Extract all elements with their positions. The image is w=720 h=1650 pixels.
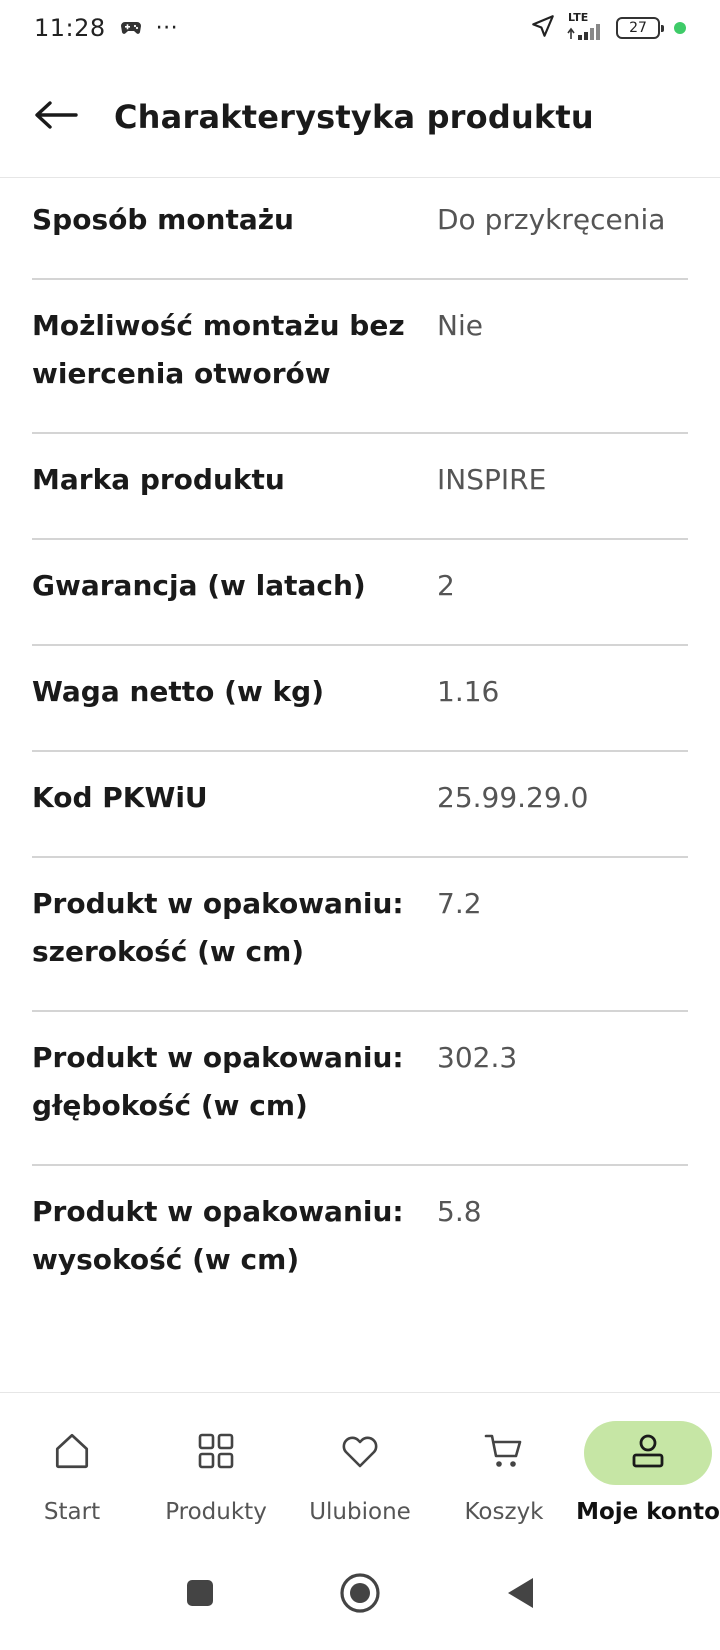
recents-button[interactable] bbox=[176, 1571, 224, 1619]
triangle-back-icon bbox=[505, 1576, 535, 1614]
nav-item-ulubione[interactable]: Ulubione bbox=[288, 1393, 432, 1540]
attribute-row: Waga netto (w kg) 1.16 bbox=[32, 646, 688, 752]
user-icon bbox=[628, 1431, 668, 1475]
status-right: LTE 27 bbox=[530, 12, 686, 44]
attribute-row: Produkt w opakowaniu: szerokość (w cm) 7… bbox=[32, 858, 688, 1012]
gamepad-icon bbox=[120, 20, 142, 36]
attribute-value: 7.2 bbox=[437, 887, 482, 920]
system-nav bbox=[0, 1540, 720, 1650]
network-type: LTE bbox=[568, 11, 589, 24]
attribute-list: Sposób montażu Do przykręcenia Możliwość… bbox=[0, 178, 720, 1318]
nav-item-koszyk[interactable]: Koszyk bbox=[432, 1393, 576, 1540]
attribute-label: Produkt w opakowaniu: wysokość (w cm) bbox=[32, 1195, 404, 1276]
battery-icon: 27 bbox=[616, 17, 664, 39]
app-header: Charakterystyka produktu bbox=[0, 56, 720, 178]
nav-item-start[interactable]: Start bbox=[0, 1393, 144, 1540]
home-icon bbox=[51, 1430, 93, 1476]
attribute-label: Możliwość montażu bez wiercenia otworów bbox=[32, 309, 405, 390]
back-nav-button[interactable] bbox=[496, 1571, 544, 1619]
nav-icon-wrap bbox=[440, 1421, 568, 1485]
circle-icon bbox=[339, 1572, 381, 1618]
home-button[interactable] bbox=[336, 1571, 384, 1619]
attribute-row: Gwarancja (w latach) 2 bbox=[32, 540, 688, 646]
nav-icon-wrap bbox=[584, 1421, 712, 1485]
attribute-row: Marka produktu INSPIRE bbox=[32, 434, 688, 540]
attribute-row: Możliwość montażu bez wiercenia otworów … bbox=[32, 280, 688, 434]
back-button[interactable] bbox=[34, 93, 82, 141]
nav-item-produkty[interactable]: Produkty bbox=[144, 1393, 288, 1540]
battery-level: 27 bbox=[629, 20, 647, 36]
status-more: ··· bbox=[155, 15, 179, 41]
square-icon bbox=[185, 1578, 215, 1612]
attribute-value: 5.8 bbox=[437, 1195, 482, 1228]
attribute-label: Waga netto (w kg) bbox=[32, 675, 325, 708]
attribute-row: Kod PKWiU 25.99.29.0 bbox=[32, 752, 688, 858]
bottom-nav: Start Produkty Ulubione Koszyk Moje kont… bbox=[0, 1392, 720, 1540]
status-time: 11:28 bbox=[34, 14, 106, 42]
status-left: 11:28 ··· bbox=[34, 14, 178, 42]
attribute-value: Nie bbox=[437, 309, 483, 342]
location-arrow-icon bbox=[530, 13, 556, 43]
grid-icon bbox=[196, 1431, 236, 1475]
nav-item-moje-konto[interactable]: Moje konto bbox=[576, 1393, 720, 1540]
attribute-value: 2 bbox=[437, 569, 455, 602]
heart-icon bbox=[340, 1432, 380, 1474]
nav-label: Moje konto bbox=[576, 1499, 720, 1525]
attribute-label: Produkt w opakowaniu: głębokość (w cm) bbox=[32, 1041, 404, 1122]
status-bar: 11:28 ··· LTE 27 bbox=[0, 0, 720, 56]
nav-label: Start bbox=[43, 1499, 101, 1525]
attribute-value: INSPIRE bbox=[437, 463, 547, 496]
page-title: Charakterystyka produktu bbox=[114, 97, 594, 136]
signal-icon bbox=[566, 23, 606, 44]
signal-group: LTE bbox=[566, 12, 606, 44]
cart-icon bbox=[483, 1431, 525, 1475]
attribute-label: Produkt w opakowaniu: szerokość (w cm) bbox=[32, 887, 404, 968]
status-dot bbox=[674, 22, 686, 34]
attribute-value: 25.99.29.0 bbox=[437, 781, 589, 814]
arrow-left-icon bbox=[34, 100, 78, 134]
nav-icon-wrap bbox=[8, 1421, 136, 1485]
product-attributes[interactable]: Sposób montażu Do przykręcenia Możliwość… bbox=[0, 178, 720, 1392]
nav-icon-wrap bbox=[152, 1421, 280, 1485]
attribute-label: Sposób montażu bbox=[32, 203, 294, 236]
attribute-label: Kod PKWiU bbox=[32, 781, 208, 814]
attribute-value: 1.16 bbox=[437, 675, 500, 708]
attribute-value: Do przykręcenia bbox=[437, 203, 666, 236]
attribute-label: Gwarancja (w latach) bbox=[32, 569, 366, 602]
attribute-row: Produkt w opakowaniu: wysokość (w cm) 5.… bbox=[32, 1166, 688, 1318]
nav-label: Ulubione bbox=[309, 1499, 411, 1525]
attribute-label: Marka produktu bbox=[32, 463, 285, 496]
nav-label: Koszyk bbox=[464, 1499, 544, 1525]
nav-icon-wrap bbox=[296, 1421, 424, 1485]
nav-label: Produkty bbox=[165, 1499, 267, 1525]
attribute-row: Sposób montażu Do przykręcenia bbox=[32, 178, 688, 280]
attribute-value: 302.3 bbox=[437, 1041, 518, 1074]
attribute-row: Produkt w opakowaniu: głębokość (w cm) 3… bbox=[32, 1012, 688, 1166]
